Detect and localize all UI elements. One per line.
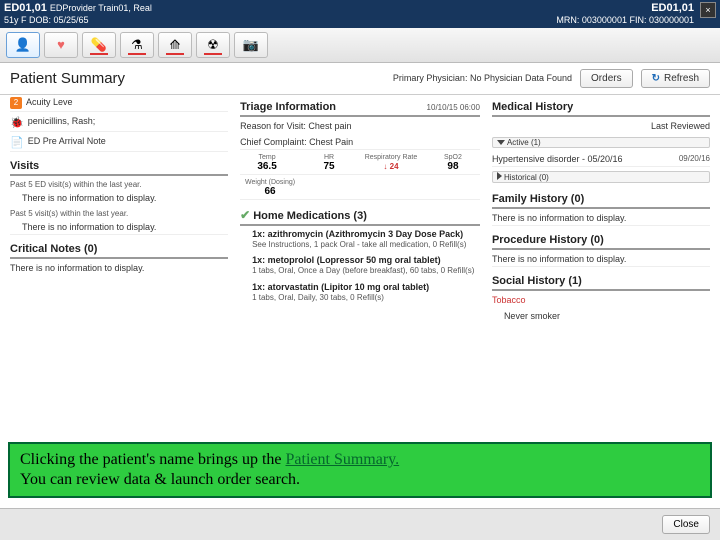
visits-title: Visits — [10, 158, 228, 176]
triage-timestamp: 10/10/15 06:00 — [427, 103, 480, 112]
patient-bed-right: ED01,01 — [556, 2, 694, 15]
vital-spo2: 98 — [426, 161, 480, 172]
med-item-3[interactable]: 1x: atorvastatin (Lipitor 10 mg oral tab… — [240, 281, 480, 305]
critical-notes-empty: There is no information to display. — [10, 263, 228, 273]
home-meds-title: ✔ Home Medications (3) — [240, 206, 480, 226]
sh-tobacco: Tobacco — [492, 295, 710, 305]
patient-mrn-fin: MRN: 003000001 FIN: 030000001 — [556, 15, 694, 26]
patient-demographics: 51y F DOB: 05/25/65 — [4, 15, 152, 26]
acuity-badge: 2 — [10, 97, 22, 109]
heart-icon[interactable]: ♥ — [44, 32, 78, 58]
patient-name: EDProvider Train01, Real — [50, 3, 152, 13]
vital-temp: 36.5 — [240, 161, 294, 172]
flask-icon[interactable]: ⚗ — [120, 32, 154, 58]
sh-value: Never smoker — [504, 311, 710, 321]
family-history-title: Family History (0) — [492, 191, 710, 209]
vital-hr: 75 — [302, 161, 356, 172]
chevron-right-icon — [497, 172, 502, 180]
title-bar: ED01,01 EDProvider Train01, Real 51y F D… — [0, 0, 720, 28]
mh-historical-pill[interactable]: Historical (0) — [492, 171, 710, 183]
visits-sub2: Past 5 visit(s) within the last year. — [10, 207, 228, 218]
toolbar: 👤 ♥ 💊 ⚗ ⟰ ☢ 📷 — [0, 28, 720, 63]
camera-icon[interactable]: 📷 — [234, 32, 268, 58]
patient-bed: ED01,01 — [4, 2, 47, 14]
chevron-down-icon — [497, 140, 505, 145]
vitals-row2: Weight (Dosing)66 — [240, 177, 480, 200]
acuity-label: Acuity Leve — [26, 97, 228, 107]
last-reviewed-label: Last Reviewed — [651, 121, 710, 131]
reason-for-visit: Reason for Visit: Chest pain — [240, 121, 480, 131]
tutorial-callout: Clicking the patient's name brings up th… — [8, 442, 712, 498]
refresh-icon: ↻ — [652, 73, 660, 84]
allergy-icon: 🐞 — [10, 116, 24, 129]
med-item-2[interactable]: 1x: metoprolol (Lopressor 50 mg oral tab… — [240, 254, 480, 278]
visits-empty1: There is no information to display. — [10, 193, 228, 203]
medical-history-title: Medical History — [492, 99, 710, 117]
person-icon[interactable]: 👤 — [6, 32, 40, 58]
page-title: Patient Summary — [10, 70, 125, 87]
note-icon: 📄 — [10, 136, 24, 149]
fh-empty: There is no information to display. — [492, 213, 710, 223]
vital-rr: ↓ 24 — [364, 161, 418, 172]
orders-button[interactable]: Orders — [580, 69, 633, 88]
refresh-button[interactable]: ↻Refresh — [641, 69, 710, 88]
vital-weight: 66 — [240, 186, 300, 197]
vitals-row1: Temp36.5 HR75 Respiratory Rate↓ 24 SpO29… — [240, 152, 480, 175]
critical-notes-title: Critical Notes (0) — [10, 241, 228, 259]
visits-empty2: There is no information to display. — [10, 222, 228, 232]
procedure-history-title: Procedure History (0) — [492, 232, 710, 250]
allergy-text: penicillins, Rash; — [28, 116, 228, 126]
ph-empty: There is no information to display. — [492, 254, 710, 264]
close-button[interactable]: Close — [662, 515, 710, 534]
med-item-1[interactable]: 1x: azithromycin (Azithromycin 3 Day Dos… — [240, 228, 480, 252]
close-icon[interactable]: × — [700, 2, 716, 18]
page-header: Patient Summary Primary Physician: No Ph… — [0, 63, 720, 95]
primary-phys-label: Primary Physician: — [393, 73, 468, 83]
visits-sub1: Past 5 ED visit(s) within the last year. — [10, 178, 228, 189]
mh-item: Hypertensive disorder - 05/20/16 — [492, 154, 675, 164]
triage-title: Triage Information10/10/15 06:00 — [240, 99, 480, 117]
check-icon: ✔ — [240, 208, 250, 222]
mh-item-date: 09/20/16 — [679, 154, 710, 163]
radiation-icon[interactable]: ☢ — [196, 32, 230, 58]
chief-complaint: Chief Complaint: Chest Pain — [240, 137, 480, 147]
social-history-title: Social History (1) — [492, 273, 710, 291]
mh-active-pill[interactable]: Active (1) — [492, 137, 710, 148]
bottom-bar: Close — [0, 508, 720, 540]
pill-icon[interactable]: 💊 — [82, 32, 116, 58]
prearrival-note[interactable]: ED Pre Arrival Note — [28, 136, 228, 146]
vitals-icon[interactable]: ⟰ — [158, 32, 192, 58]
primary-phys-value: No Physician Data Found — [470, 73, 572, 83]
